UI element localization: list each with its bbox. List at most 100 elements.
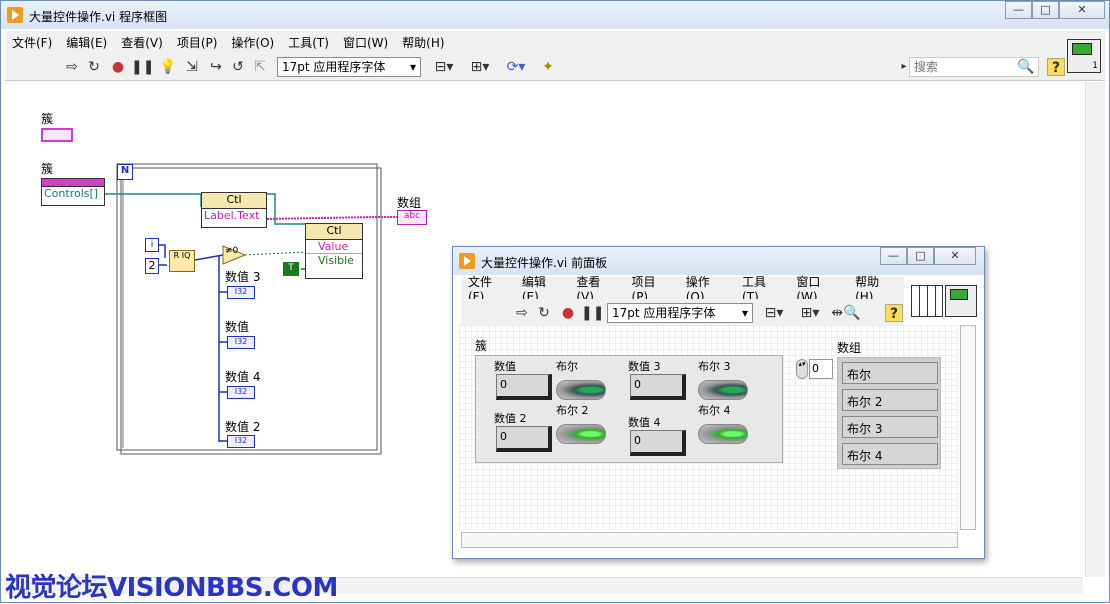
pause-icon[interactable]: ❚❚: [131, 58, 154, 76]
array-index-display[interactable]: ▴▾ 0: [796, 359, 834, 379]
reorder-icon[interactable]: ⟳▾: [501, 58, 531, 76]
fp-cluster-label: 簇: [475, 339, 488, 353]
boolean2-led[interactable]: [556, 424, 606, 444]
context-help-icon[interactable]: ?: [1047, 58, 1065, 76]
vertical-scrollbar[interactable]: [1085, 82, 1105, 577]
fp-title-bar[interactable]: 大量控件操作.vi 前面板 — □ ✕: [453, 247, 984, 275]
maximize-button[interactable]: □: [1032, 1, 1059, 19]
boolean3-label: 布尔 3: [698, 360, 731, 373]
array-indicator-terminal[interactable]: abc: [397, 210, 427, 225]
menu-file[interactable]: 文件(F): [5, 34, 59, 51]
vi-connector-icon[interactable]: 1: [1067, 39, 1101, 73]
minimize-button[interactable]: —: [1005, 1, 1032, 19]
constant-two[interactable]: 2: [145, 258, 159, 274]
numeric3-terminal[interactable]: I32: [227, 286, 255, 299]
boolean-led[interactable]: [556, 380, 606, 400]
true-constant[interactable]: T: [283, 262, 299, 276]
fp-array-indicator: 布尔 布尔 2 布尔 3 布尔 4: [837, 357, 941, 469]
run-continuously-icon[interactable]: ↻: [85, 58, 103, 76]
ctl-1-label: Ctl: [202, 193, 266, 209]
fp-vi-icon[interactable]: [945, 285, 977, 317]
boolean4-label: 布尔 4: [698, 404, 731, 417]
fp-menu-bar: 文件(F) 编辑(E) 查看(V) 项目(P) 操作(O) 工具(T) 窗口(W…: [461, 275, 904, 304]
labview-app-icon: [7, 7, 23, 23]
numeric2-control[interactable]: 0: [496, 426, 552, 452]
cluster-constant[interactable]: [41, 128, 73, 142]
fp-pause-icon[interactable]: ❚❚: [581, 304, 604, 322]
boolean2-label: 布尔 2: [556, 404, 589, 417]
run-arrow-icon[interactable]: ⇨: [63, 58, 81, 76]
toolbar: ⇨ ↻ ● ❚❚ 💡 ⇲ ↪ ↺ ⇱ 17pt 应用程序字体 ⊟▾ ⊞▾ ⟳▾ …: [5, 53, 1105, 81]
menu-project[interactable]: 项目(P): [170, 34, 225, 51]
fp-cluster: 数值 0 布尔 数值 2 0 布尔 2 数值 3 0 布尔 3 数值 4 0 布…: [475, 355, 783, 463]
window-title: 大量控件操作.vi 程序框图: [29, 10, 168, 24]
close-button[interactable]: ✕: [1059, 1, 1105, 19]
font-dropdown[interactable]: 17pt 应用程序字体: [277, 57, 421, 77]
title-bar[interactable]: 大量控件操作.vi 程序框图 — □ ✕: [1, 1, 1109, 29]
search-icon[interactable]: 🔍: [1017, 58, 1035, 76]
fp-connector-pane-icon[interactable]: [911, 285, 943, 317]
menu-tools[interactable]: 工具(T): [281, 34, 336, 51]
fp-run-continuously-icon[interactable]: ↻: [535, 304, 553, 322]
loop-count-terminal: N: [117, 164, 133, 180]
value-property: Value: [306, 240, 362, 254]
numeric-terminal[interactable]: I32: [227, 336, 255, 349]
fp-context-help-icon[interactable]: ?: [885, 304, 903, 322]
iteration-terminal: i: [145, 238, 159, 252]
fp-resize-icon[interactable]: ⇹🔍: [831, 304, 861, 322]
abort-icon[interactable]: ●: [109, 58, 127, 76]
fp-maximize-button[interactable]: □: [907, 247, 934, 265]
numeric-control[interactable]: 0: [496, 374, 552, 400]
menu-bar: 文件(F) 编辑(E) 查看(V) 项目(P) 操作(O) 工具(T) 窗口(W…: [5, 31, 1105, 53]
fp-vertical-scrollbar[interactable]: [960, 325, 976, 530]
boolean3-led[interactable]: [698, 380, 748, 400]
index-spinner-icon[interactable]: ▴▾: [796, 359, 808, 379]
fp-window-title: 大量控件操作.vi 前面板: [481, 256, 608, 270]
align-objects-icon[interactable]: ⊟▾: [429, 58, 459, 76]
retain-wire-values-icon[interactable]: ⇲: [183, 58, 201, 76]
not-equal-zero-node[interactable]: ≠0: [225, 246, 238, 256]
property-node-1[interactable]: Ctl Label.Text: [201, 192, 267, 228]
numeric2-terminal[interactable]: I32: [227, 435, 255, 448]
menu-window[interactable]: 窗口(W): [336, 34, 395, 51]
step-into-icon[interactable]: ↪: [207, 58, 225, 76]
menu-view[interactable]: 查看(V): [114, 34, 170, 51]
menu-edit[interactable]: 编辑(E): [59, 34, 114, 51]
fp-run-icon[interactable]: ⇨: [513, 304, 531, 322]
numeric-label: 数值: [225, 320, 250, 334]
visible-property: Visible: [318, 254, 354, 267]
menu-operate[interactable]: 操作(O): [224, 34, 281, 51]
array-element-2[interactable]: 布尔 2: [842, 389, 938, 411]
array-element-4[interactable]: 布尔 4: [842, 443, 938, 465]
numeric3-label: 数值 3: [225, 270, 261, 284]
menu-help[interactable]: 帮助(H): [395, 34, 451, 51]
numeric3-control-label: 数值 3: [628, 360, 661, 373]
fp-array-label: 数组: [837, 341, 862, 355]
array-element-1[interactable]: 布尔: [842, 362, 938, 384]
property-node-2[interactable]: Ctl Value Visible: [305, 223, 363, 279]
fp-distribute-icon[interactable]: ⊞▾: [795, 304, 825, 322]
highlight-execution-icon[interactable]: 💡: [159, 58, 177, 76]
fp-font-dropdown[interactable]: 17pt 应用程序字体: [607, 303, 753, 323]
step-out-icon[interactable]: ⇱: [251, 58, 269, 76]
numeric4-control[interactable]: 0: [630, 430, 686, 456]
fp-abort-icon[interactable]: ●: [559, 304, 577, 322]
step-over-icon[interactable]: ↺: [229, 58, 247, 76]
fp-close-button[interactable]: ✕: [934, 247, 976, 265]
distribute-objects-icon[interactable]: ⊞▾: [465, 58, 495, 76]
controls-property: Controls[]: [44, 187, 99, 200]
cluster-ref-node[interactable]: Controls[]: [41, 178, 105, 206]
fp-align-icon[interactable]: ⊟▾: [759, 304, 789, 322]
quotient-remainder-node[interactable]: R IQ: [169, 250, 195, 272]
fp-minimize-button[interactable]: —: [880, 247, 907, 265]
fp-toolbar: ⇨ ↻ ● ❚❚ 17pt 应用程序字体 ⊟▾ ⊞▾ ⇹🔍 ?: [461, 299, 904, 327]
index-value[interactable]: 0: [809, 359, 833, 379]
numeric3-control[interactable]: 0: [630, 374, 686, 400]
watermark: 视觉论坛VISIONBBS.COM: [5, 573, 338, 603]
array-label: 数组: [397, 196, 422, 210]
numeric4-terminal[interactable]: I32: [227, 386, 255, 399]
clean-up-diagram-icon[interactable]: ✦: [539, 58, 557, 76]
fp-horizontal-scrollbar[interactable]: [461, 532, 958, 548]
array-element-3[interactable]: 布尔 3: [842, 416, 938, 438]
boolean4-led[interactable]: [698, 424, 748, 444]
